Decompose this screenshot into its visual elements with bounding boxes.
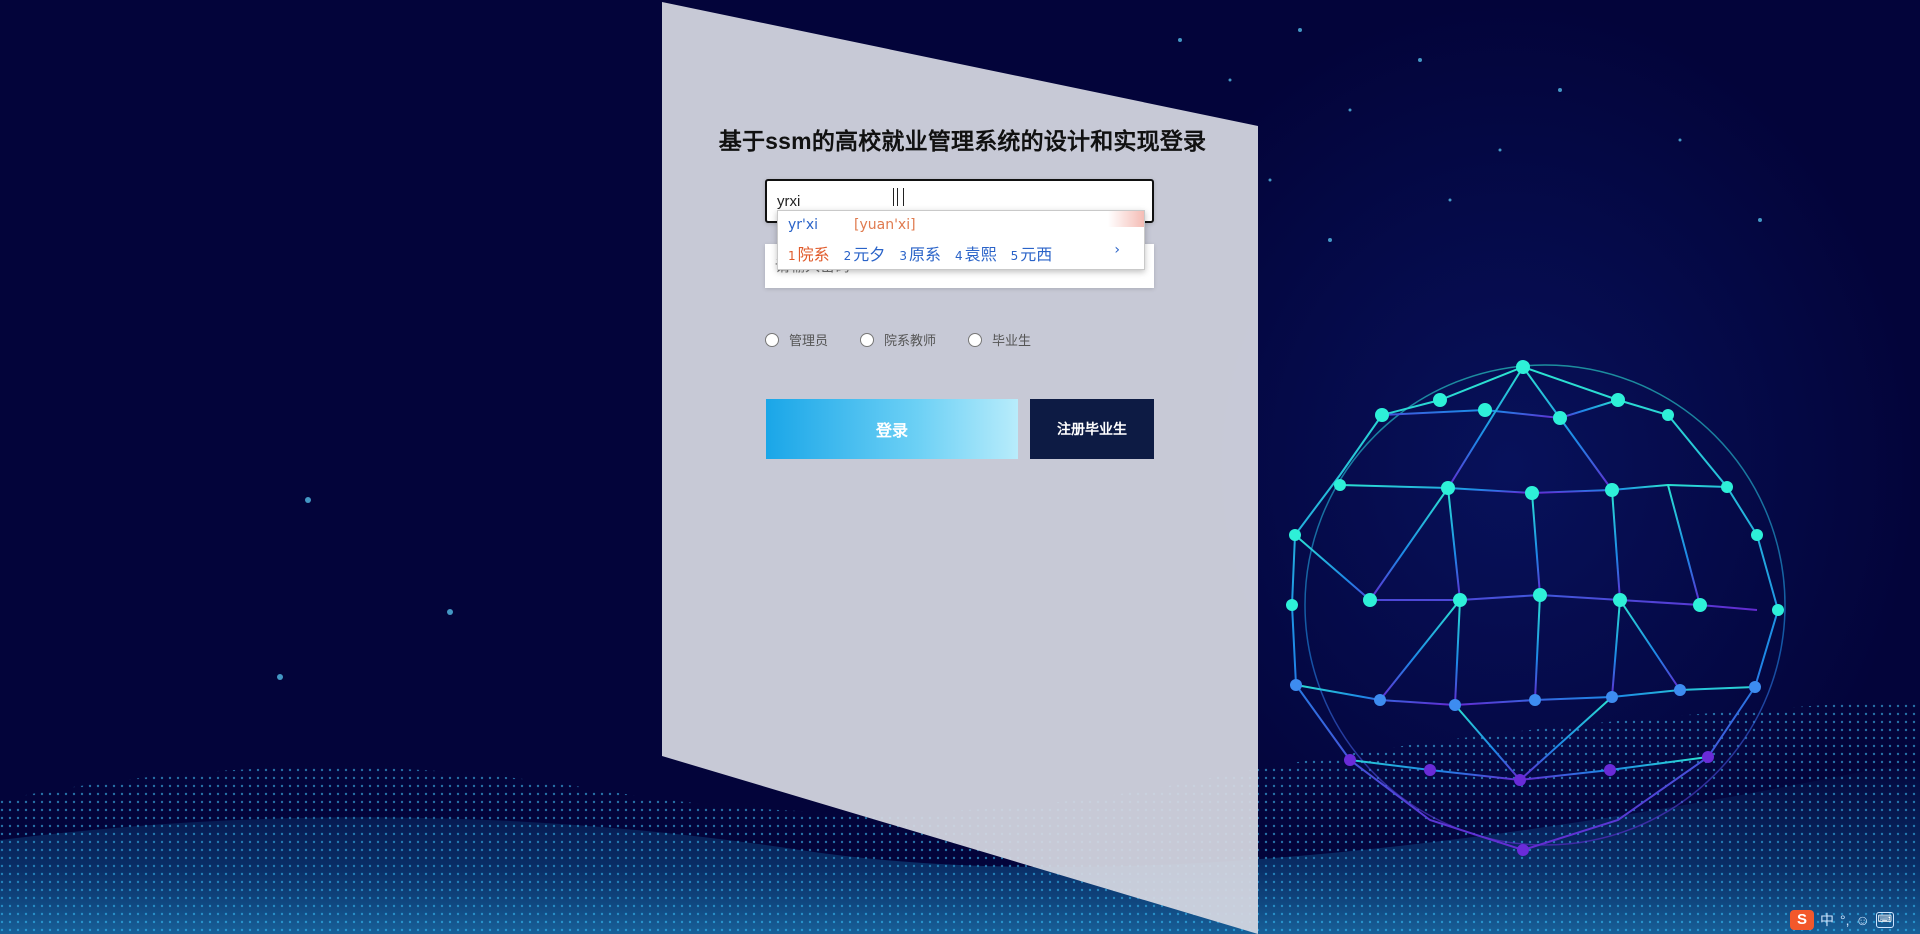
role-label: 院系教师 xyxy=(884,333,937,348)
ime-status-bar: S 中 °, ☺ ⌨ xyxy=(1790,909,1894,931)
ime-mode-toggle[interactable]: 中 xyxy=(1820,910,1834,930)
sogou-logo-icon[interactable]: S xyxy=(1790,910,1814,930)
role-option-teacher[interactable]: 院系教师 xyxy=(860,330,936,349)
role-option-admin[interactable]: 管理员 xyxy=(765,330,828,349)
smiley-icon[interactable]: ☺ xyxy=(1856,912,1870,928)
keyboard-icon[interactable]: ⌨ xyxy=(1875,912,1894,928)
login-button[interactable]: 登录 xyxy=(766,399,1018,459)
ime-candidate[interactable]: 3 原系 xyxy=(899,241,941,265)
page-title: 基于ssm的高校就业管理系统的设计和实现登录 xyxy=(718,128,1207,154)
ime-candidate[interactable]: 4 袁熙 xyxy=(955,241,997,265)
radio-icon[interactable] xyxy=(968,332,983,347)
ime-candidate[interactable]: 5 元西 xyxy=(1011,241,1053,265)
ime-hint: [yuan'xi] xyxy=(854,217,916,233)
ime-next-page-icon[interactable]: › xyxy=(1114,242,1120,258)
role-selector: 管理员 院系教师 毕业生 xyxy=(765,330,1063,349)
ime-candidate[interactable]: 2 元夕 xyxy=(844,241,886,265)
ime-candidate-popup: yr'xi [yuan'xi] 1 院系 2 元夕 3 原系 4 袁熙 5 元西 › xyxy=(777,210,1145,270)
radio-icon[interactable] xyxy=(765,332,779,347)
role-label: 毕业生 xyxy=(992,333,1032,348)
punctuation-toggle[interactable]: °, xyxy=(1840,912,1850,928)
ime-candidate[interactable]: 1 院系 xyxy=(788,241,830,265)
role-option-graduate[interactable]: 毕业生 xyxy=(968,330,1031,349)
ime-pinyin: yr'xi xyxy=(788,217,819,233)
register-graduate-button[interactable]: 注册毕业生 xyxy=(1030,399,1154,459)
text-cursor-icon xyxy=(893,188,904,206)
radio-icon[interactable] xyxy=(860,332,875,347)
role-label: 管理员 xyxy=(789,333,829,348)
ime-decoration xyxy=(1108,211,1144,227)
